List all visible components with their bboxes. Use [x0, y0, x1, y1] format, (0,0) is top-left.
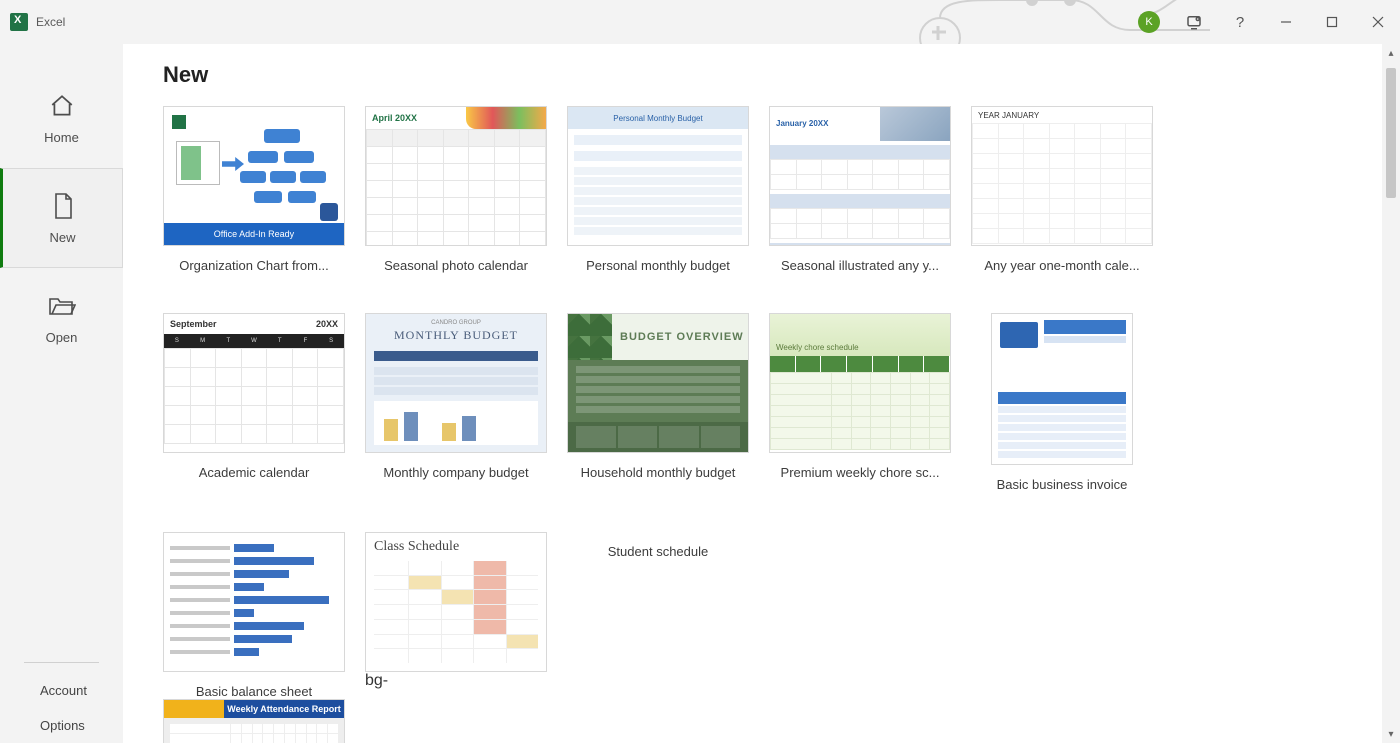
template-thumbnail: Weekly chore schedule	[769, 313, 951, 453]
scroll-up-arrow-icon[interactable]: ▴	[1382, 44, 1400, 62]
coming-soon-icon[interactable]	[1172, 0, 1216, 44]
template-card[interactable]: Personal Monthly Budget Personal monthly…	[567, 106, 749, 273]
template-thumbnail: April 20XX	[365, 106, 547, 246]
template-thumbnail: Class Schedule	[365, 532, 547, 672]
title-bar: Excel K ?	[0, 0, 1400, 44]
template-caption: Organization Chart from...	[163, 258, 345, 273]
template-thumbnail: YEAR JANUARY	[971, 106, 1153, 246]
nav-new-label: New	[49, 230, 75, 245]
template-caption: Personal monthly budget	[567, 258, 749, 273]
template-thumbnail: January 20XX	[769, 106, 951, 246]
template-card[interactable]: CANDRO GROUP MONTHLY BUDGET Monthly comp…	[365, 313, 547, 492]
template-card[interactable]: Weekly chore schedule Premium weekl	[769, 313, 951, 492]
template-card[interactable]: Class Schedule bg-	[365, 532, 547, 699]
nav-open[interactable]: Open	[0, 268, 123, 368]
template-card[interactable]: September20XX SMTWTFS Academic calendar	[163, 313, 345, 492]
template-thumbnail	[163, 532, 345, 672]
template-card[interactable]: Basic balance sheet	[163, 532, 345, 699]
window-minimize-button[interactable]	[1264, 0, 1308, 44]
template-caption: Seasonal photo calendar	[365, 258, 547, 273]
scroll-track[interactable]	[1382, 62, 1400, 725]
template-caption: Household monthly budget	[567, 465, 749, 480]
template-card[interactable]: January 20XX Seasonal illust	[769, 106, 951, 273]
nav-home-label: Home	[44, 130, 79, 145]
template-grid: Office Add-In Ready Organization Chart f…	[163, 106, 1352, 699]
nav-options[interactable]: Options	[0, 708, 123, 743]
template-card[interactable]: YEAR JANUARY Any year one-month	[971, 106, 1153, 273]
backstage-nav: Home New Open Account Options	[0, 44, 123, 743]
scroll-down-arrow-icon[interactable]: ▾	[1382, 725, 1400, 743]
page-title: New	[163, 62, 1352, 88]
template-thumbnail	[991, 313, 1133, 465]
nav-open-label: Open	[46, 330, 78, 345]
nav-account[interactable]: Account	[0, 673, 123, 708]
account-avatar[interactable]: K	[1138, 11, 1160, 33]
nav-home[interactable]: Home	[0, 68, 123, 168]
excel-app-icon	[10, 13, 28, 31]
template-thumbnail: Personal Monthly Budget	[567, 106, 749, 246]
template-thumbnail: CANDRO GROUP MONTHLY BUDGET	[365, 313, 547, 453]
template-caption: Seasonal illustrated any y...	[769, 258, 951, 273]
window-maximize-button[interactable]	[1310, 0, 1354, 44]
template-thumbnail: September20XX SMTWTFS	[163, 313, 345, 453]
template-caption: Premium weekly chore sc...	[769, 465, 951, 480]
template-card[interactable]: Weekly Attendance Report	[163, 699, 345, 743]
new-document-icon	[49, 192, 77, 220]
nav-divider	[24, 662, 99, 663]
home-icon	[48, 92, 76, 120]
template-thumbnail: BUDGET OVERVIEW	[567, 313, 749, 453]
open-folder-icon	[48, 292, 76, 320]
template-card[interactable]: April 20XX Seasonal photo calendar	[365, 106, 547, 273]
template-thumbnail: Office Add-In Ready	[163, 106, 345, 246]
template-card[interactable]: Basic business invoice	[971, 313, 1153, 492]
template-thumbnail: Weekly Attendance Report	[163, 699, 345, 743]
template-caption: Basic balance sheet	[163, 684, 345, 699]
vertical-scrollbar[interactable]: ▴ ▾	[1382, 44, 1400, 743]
template-caption: Basic business invoice	[971, 477, 1153, 492]
template-caption: Any year one-month cale...	[971, 258, 1153, 273]
main-panel: New	[123, 44, 1382, 743]
nav-new[interactable]: New	[0, 168, 123, 268]
app-title: Excel	[36, 15, 65, 29]
scroll-thumb[interactable]	[1386, 68, 1396, 198]
window-close-button[interactable]	[1356, 0, 1400, 44]
template-card[interactable]: Office Add-In Ready Organization Chart f…	[163, 106, 345, 273]
help-button[interactable]: ?	[1218, 0, 1262, 44]
template-caption: Monthly company budget	[365, 465, 547, 480]
template-caption: Academic calendar	[163, 465, 345, 480]
template-caption: Student schedule	[567, 544, 749, 699]
template-card[interactable]: BUDGET OVERVIEW Household monthly budget	[567, 313, 749, 492]
